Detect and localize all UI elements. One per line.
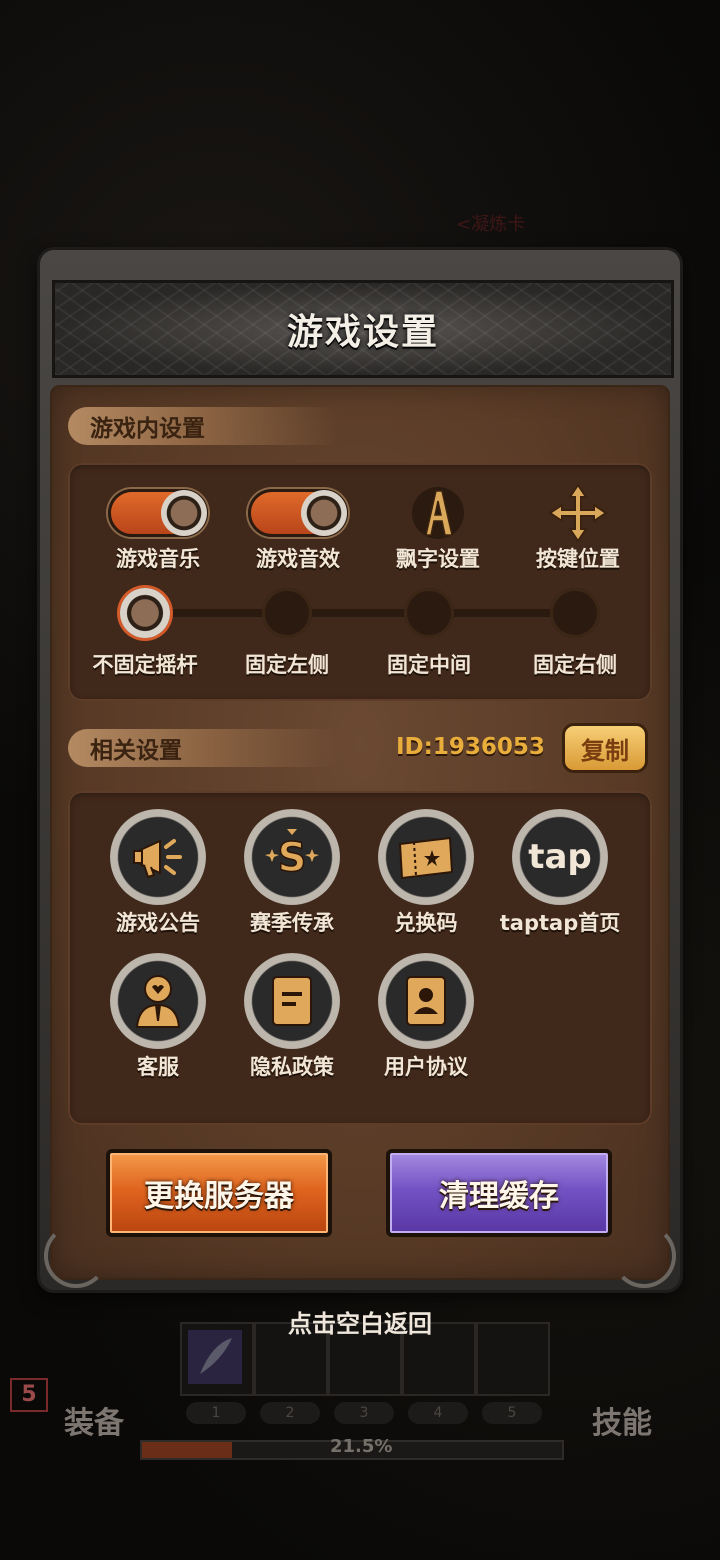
move-arrows-icon — [548, 483, 608, 543]
joystick-option-right[interactable] — [550, 588, 600, 638]
tap-logo: tap — [528, 837, 592, 877]
experience-bar-fill — [142, 1442, 233, 1458]
dialog-body: 游戏内设置 游戏音乐 游戏音效 飘字设置 按键位置 不固定摇杆 固定左侧 固定中… — [50, 385, 670, 1280]
taptap-home-label: taptap首页 — [499, 911, 621, 935]
sound-label: 游戏音效 — [256, 547, 340, 571]
joystick-left-label: 固定左侧 — [245, 653, 329, 677]
slot-number: 3 — [334, 1402, 394, 1424]
slot-number: 5 — [482, 1402, 542, 1424]
tap-blank-to-return-hint[interactable]: 点击空白返回 — [0, 1304, 720, 1339]
background-card-tag: <凝炼卡 — [456, 214, 526, 235]
related-settings-header: 相关设置 — [68, 729, 338, 767]
joystick-middle-label: 固定中间 — [387, 653, 471, 677]
in-game-settings-panel: 游戏音乐 游戏音效 飘字设置 按键位置 不固定摇杆 固定左侧 固定中间 固定右侧 — [68, 463, 652, 701]
key-position-label: 按键位置 — [536, 547, 620, 571]
document-icon — [272, 976, 312, 1026]
dialog-title: 游戏设置 — [286, 312, 439, 353]
music-toggle[interactable] — [108, 489, 208, 537]
joystick-free-label: 不固定摇杆 — [92, 653, 198, 677]
related-settings-panel: 游戏公告 S 赛季传承 兑换码 tap taptap首页 客服 隐私政策 用户协… — [68, 791, 652, 1125]
dialog-title-bar: 游戏设置 — [52, 280, 674, 378]
joystick-right-label: 固定右侧 — [533, 653, 617, 677]
letter-a-icon — [412, 487, 464, 539]
toggle-knob — [301, 490, 347, 536]
user-card-icon — [406, 976, 446, 1026]
sound-toggle[interactable] — [248, 489, 348, 537]
frame-corner-ornament — [612, 1224, 676, 1288]
megaphone-icon — [133, 839, 182, 879]
floating-text-label: 飘字设置 — [396, 547, 480, 571]
ticket-icon — [398, 836, 454, 880]
level-badge: 5 — [10, 1378, 48, 1412]
user-agreement-label: 用户协议 — [384, 1055, 468, 1079]
toggle-knob — [161, 490, 207, 536]
in-game-settings-header: 游戏内设置 — [68, 407, 338, 445]
taptap-home-button[interactable]: tap taptap首页 — [480, 809, 640, 937]
player-id: ID:1936053 — [396, 734, 545, 760]
joystick-option-left[interactable] — [262, 588, 312, 638]
joystick-option-free[interactable] — [120, 588, 170, 638]
change-server-button[interactable]: 更换服务器 — [106, 1149, 332, 1237]
equip-label[interactable]: 装备 — [64, 1398, 124, 1442]
joystick-option-middle[interactable] — [404, 588, 454, 638]
user-agreement-button[interactable]: 用户协议 — [346, 953, 506, 1081]
joystick-track — [146, 609, 576, 617]
sound-control[interactable]: 游戏音效 — [228, 489, 368, 573]
copy-id-button[interactable]: 复制 — [562, 723, 648, 773]
support-agent-icon — [135, 975, 181, 1028]
clear-cache-button[interactable]: 清理缓存 — [386, 1149, 612, 1237]
music-label: 游戏音乐 — [116, 547, 200, 571]
season-s-icon: S — [265, 829, 319, 882]
slot-number: 4 — [408, 1402, 468, 1424]
settings-dialog: 游戏设置 游戏内设置 游戏音乐 游戏音效 飘字设置 按键位置 不固定摇杆 固定左… — [40, 250, 680, 1290]
floating-text-button[interactable]: 飘字设置 — [368, 487, 508, 573]
key-position-button[interactable]: 按键位置 — [508, 483, 648, 573]
svg-text:S: S — [278, 835, 307, 881]
frame-corner-ornament — [44, 1224, 108, 1288]
music-control[interactable]: 游戏音乐 — [88, 489, 228, 573]
slot-number: 2 — [260, 1402, 320, 1424]
slot-number: 1 — [186, 1402, 246, 1424]
experience-percent: 21.5% — [330, 1436, 393, 1457]
skill-label[interactable]: 技能 — [592, 1398, 652, 1442]
